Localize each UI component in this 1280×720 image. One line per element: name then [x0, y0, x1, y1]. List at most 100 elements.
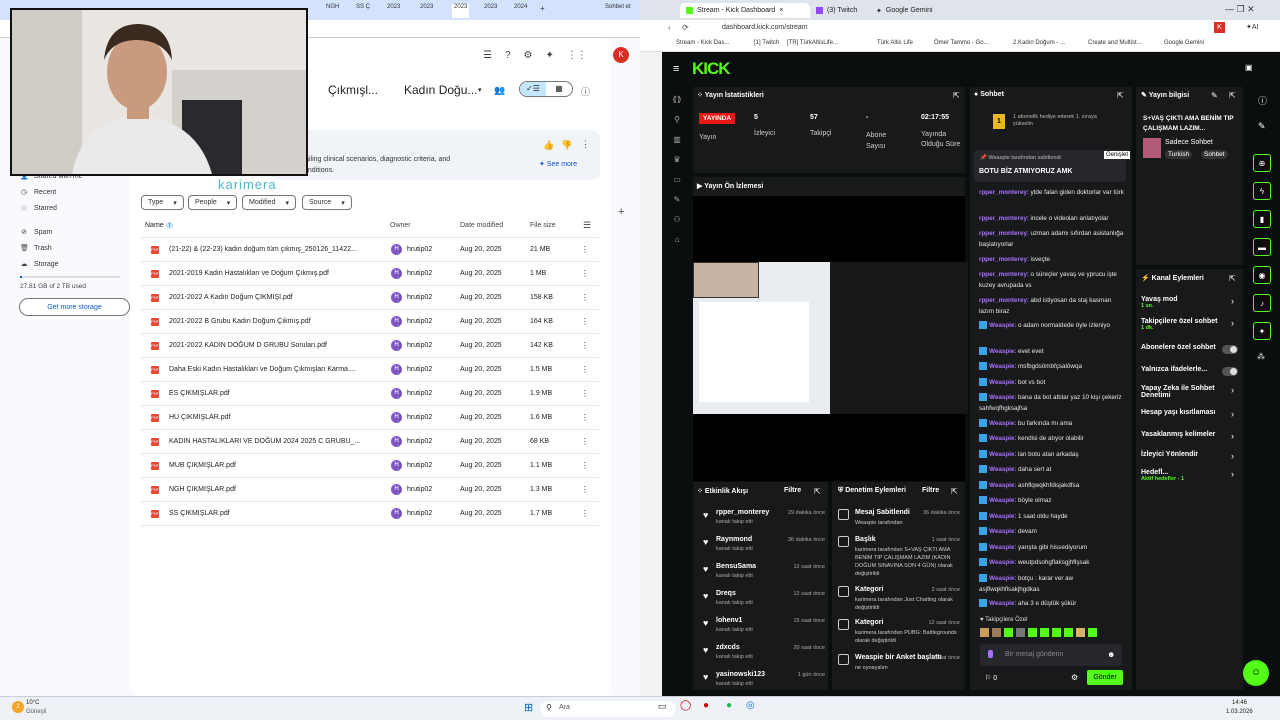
opera-icon[interactable]: ◯ [680, 700, 691, 711]
channel-action[interactable]: Yapay Zeka ile Sohbet Denetimi [1141, 385, 1241, 399]
table-row[interactable]: PDF HU ÇIKMIŞLAR.pdf Hhrutip02 Aug 20, 2025… [141, 406, 599, 430]
emote-icon[interactable] [1016, 628, 1025, 637]
breadcrumb-item[interactable]: Çıkmışl... [328, 83, 378, 97]
settings-icon[interactable]: ⚙ [524, 50, 533, 61]
bank-icon[interactable]: ⌂ [670, 235, 684, 247]
bookmark[interactable]: Google Gemini [1164, 40, 1204, 46]
chat-username[interactable]: Weaspie [989, 497, 1014, 504]
channel-action[interactable]: Takipçilere özel sohbet 1 dk. [1141, 318, 1241, 331]
emote-icon[interactable] [1028, 628, 1037, 637]
settings-icon[interactable]: ⚙ [1071, 673, 1078, 682]
tab[interactable]: NGH [326, 4, 339, 18]
chevron-right-icon[interactable]: › [1231, 296, 1234, 306]
chat-username[interactable]: Weaspie [989, 513, 1014, 520]
bookmark[interactable]: 2.Kadın Doğum - ... [1013, 40, 1065, 46]
col-owner[interactable]: Owner [390, 222, 411, 229]
stream-icon[interactable]: ⟪⟫ [670, 95, 684, 107]
emote-icon[interactable] [1040, 628, 1049, 637]
table-row[interactable]: PDF 2021-2022 A Kadın Doğum ÇIKMIŞI.pdf Hh… [141, 286, 599, 310]
table-row[interactable]: PDF SS ÇIKMIŞLAR.pdf Hhrutip02 Aug 20, 2025… [141, 502, 599, 526]
chat-username[interactable]: rpper_monterey [979, 230, 1027, 237]
tab[interactable]: 2023 [484, 4, 497, 18]
channel-action[interactable]: Hesap yaşı kısıtlaması [1141, 409, 1241, 416]
popout-icon[interactable]: ⇱ [1229, 274, 1236, 283]
sort-options-icon[interactable]: ☰ [583, 220, 591, 231]
chat-username[interactable]: rpper_monterey [979, 215, 1027, 222]
activity-user[interactable]: BensuSama [716, 563, 756, 570]
channel-action[interactable]: Hedefl... Aktif hedefler - 1 [1141, 469, 1241, 482]
bookmark[interactable]: Stream - Kick Das... [676, 40, 729, 46]
file-name[interactable]: (21-22) & (22-23) kadın doğum tüm çıkmış… [169, 246, 357, 253]
popout-icon[interactable]: ⇱ [814, 487, 821, 496]
col-size[interactable]: File size [530, 222, 556, 229]
breadcrumb-item[interactable]: Kadın Doğu... [404, 83, 477, 97]
popout-icon[interactable]: ⇱ [951, 487, 958, 496]
toggle-switch[interactable] [1222, 345, 1238, 354]
activity-filter-button[interactable]: Filtre [784, 487, 801, 494]
filter-type[interactable]: Type ▾ [141, 195, 184, 210]
app-icon[interactable]: ● [703, 700, 709, 711]
chat-username[interactable]: Weaspie [989, 482, 1014, 489]
chat-username[interactable]: Weaspie [989, 451, 1014, 458]
tab[interactable]: SS Ç [356, 4, 370, 18]
tag[interactable]: Sohbet [1201, 150, 1228, 159]
avatar[interactable]: K [613, 47, 629, 63]
wrench-icon[interactable]: ✎ [670, 195, 684, 207]
tab[interactable]: 2024 [514, 4, 527, 18]
apps-icon[interactable]: ⁂ [1257, 352, 1265, 361]
add-icon[interactable]: + [618, 206, 624, 218]
filter-icon[interactable]: ☰ [483, 50, 492, 61]
activity-user[interactable]: Dreqs [716, 590, 736, 597]
tab-gemini[interactable]: ✦ Google Gemini [870, 3, 970, 18]
user-menu-icon[interactable]: ▣ [1245, 63, 1253, 72]
more-icon[interactable]: ⋮ [581, 437, 589, 446]
edit-icon[interactable]: ✎ [1211, 91, 1218, 100]
activity-user[interactable]: zdxcds [716, 644, 740, 651]
popout-icon[interactable]: ⇱ [953, 91, 960, 100]
chat-username[interactable]: rpper_monterey [979, 189, 1027, 196]
tab[interactable]: Sohbet et [605, 4, 631, 18]
more-icon[interactable]: ⋮ [581, 139, 590, 150]
reload-icon[interactable]: ⟳ [682, 23, 689, 32]
chat-username[interactable]: Weaspie [989, 379, 1014, 386]
table-row[interactable]: PDF MUB ÇIKMIŞLAR.pdf Hhrutip02 Aug 20, 202… [141, 454, 599, 478]
thumbs-up-icon[interactable]: 👍 [543, 140, 554, 151]
col-modified[interactable]: Date modified [460, 222, 503, 229]
emote-icon[interactable] [1052, 628, 1061, 637]
chat-username[interactable]: Weaspie [989, 394, 1014, 401]
table-row[interactable]: PDF Daha Eski Kadın Hastalıkları ve Doğum… [141, 358, 599, 382]
thumbs-down-icon[interactable]: 👎 [561, 140, 572, 151]
activity-user[interactable]: Raynmond [716, 536, 752, 543]
file-name[interactable]: HU ÇIKMIŞLAR.pdf [169, 414, 230, 421]
chevron-down-icon[interactable]: ▾ [478, 86, 482, 94]
mod-tool-icon[interactable]: ⊕ [1253, 154, 1271, 172]
chat-username[interactable]: rpper_monterey [979, 256, 1027, 263]
file-name[interactable]: 2021-2022 B Grubu Kadın Doğum Çıkmış.pdf [169, 318, 311, 325]
emote-icon[interactable] [980, 628, 989, 637]
grid-view-icon[interactable]: ▦ [546, 82, 572, 96]
emote-icon[interactable] [1076, 628, 1085, 637]
file-name[interactable]: 2021-2022 KADIN DOĞUM D GRUBU Soruları.p… [169, 342, 327, 349]
chevron-right-icon[interactable]: › [1231, 469, 1234, 479]
pencil-icon[interactable]: ✎ [1258, 121, 1266, 132]
taskbar-search[interactable]: ⚲ Ara [540, 701, 676, 717]
bolt-icon[interactable]: ϟ [1253, 182, 1271, 200]
filter-modified[interactable]: Modified ▾ [242, 195, 296, 210]
file-name[interactable]: KADIN HASTALIKLARI VE DOĞUM 2024 2025 C … [169, 438, 360, 445]
emote-icon[interactable] [1088, 628, 1097, 637]
file-name[interactable]: MUB ÇIKMIŞLAR.pdf [169, 462, 236, 469]
chat-username[interactable]: Weaspie [989, 363, 1014, 370]
table-row[interactable]: PDF ES ÇIKMIŞLAR.pdf Hhrutip02 Aug 20, 2025… [141, 382, 599, 406]
more-icon[interactable]: ⋮ [581, 485, 589, 494]
file-name[interactable]: NGH ÇIKMIŞLAR.pdf [169, 486, 236, 493]
activity-user[interactable]: yasinowski123 [716, 671, 765, 678]
mic-icon[interactable] [988, 650, 993, 658]
popout-icon[interactable]: ⇱ [1117, 91, 1124, 100]
see-more-link[interactable]: ✦ See more [539, 160, 577, 168]
chat-username[interactable]: Weaspie [989, 348, 1014, 355]
more-icon[interactable]: ⋮ [581, 245, 589, 254]
channel-action[interactable]: İzleyici Yönlendir [1141, 451, 1241, 458]
bookmark[interactable]: Türk Altis Life [877, 40, 913, 46]
channel-action[interactable]: Yasaklanmış kelimeler [1141, 431, 1241, 438]
sidebar-item-storage[interactable]: ☁ Storage [20, 260, 59, 269]
